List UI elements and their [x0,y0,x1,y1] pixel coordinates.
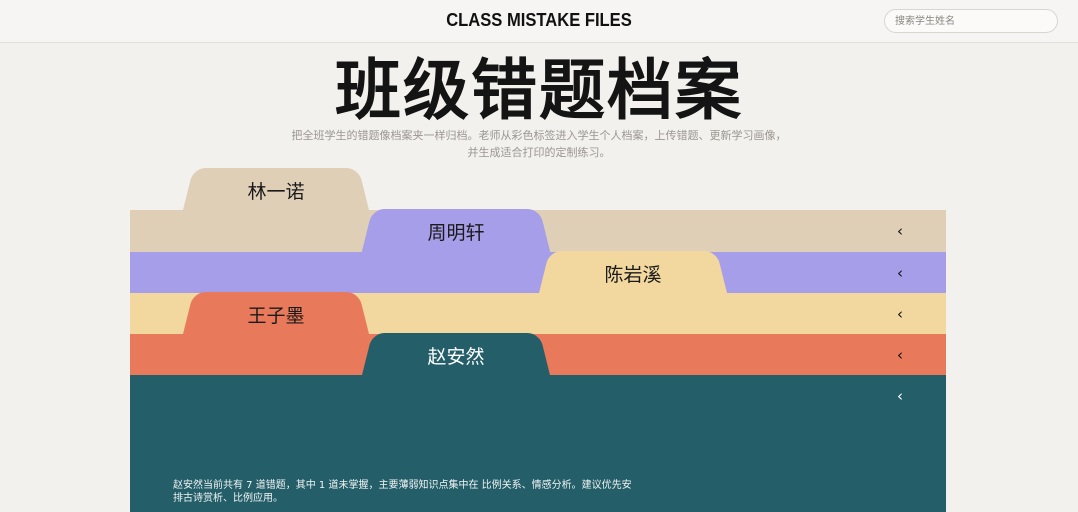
folder-panel-zhaoanran: ‹ 赵安然当前共有 7 道错题，其中 1 道未掌握，主要薄弱知识点集中在 比例关… [130,375,946,512]
folder-tab-linyinuo[interactable]: 林一诺 [197,168,355,212]
subtitle-line: 把全班学生的错题像档案夹一样归档。老师从彩色标签进入学生个人档案，上传错题、更新… [291,129,787,142]
folder-tab-zhoumingxuan[interactable]: 周明轩 [376,209,536,253]
folder-tab-label: 林一诺 [247,181,305,203]
page-subtitle: 把全班学生的错题像档案夹一样归档。老师从彩色标签进入学生个人档案，上传错题、更新… [0,127,1078,161]
folder-band-zhoumingxuan[interactable]: ‹ [130,252,946,294]
chevron-left-icon[interactable]: ‹ [892,388,908,404]
search-input[interactable] [884,9,1058,33]
subtitle-line: 并生成适合打印的定制练习。 [467,146,611,159]
page-title: 班级错题档案 [335,52,743,129]
chevron-left-icon[interactable]: ‹ [892,347,908,363]
folder-tab-chenyanxi[interactable]: 陈岩溪 [553,251,713,295]
folder-tab-label: 陈岩溪 [604,264,662,286]
folder-tab-label: 王子墨 [247,305,305,327]
chevron-left-icon[interactable]: ‹ [892,306,908,322]
folder-tab-label: 周明轩 [427,222,485,244]
chevron-left-icon[interactable]: ‹ [892,265,908,281]
student-summary: 赵安然当前共有 7 道错题，其中 1 道未掌握，主要薄弱知识点集中在 比例关系、… [173,480,632,504]
folder-tab-wangzimo[interactable]: 王子墨 [197,292,355,336]
chevron-left-icon[interactable]: ‹ [892,223,908,239]
top-bar: CLASS MISTAKE FILES [0,0,1078,43]
folder-tab-label: 赵安然 [427,346,485,368]
folder-tab-zhaoanran[interactable]: 赵安然 [376,333,536,377]
